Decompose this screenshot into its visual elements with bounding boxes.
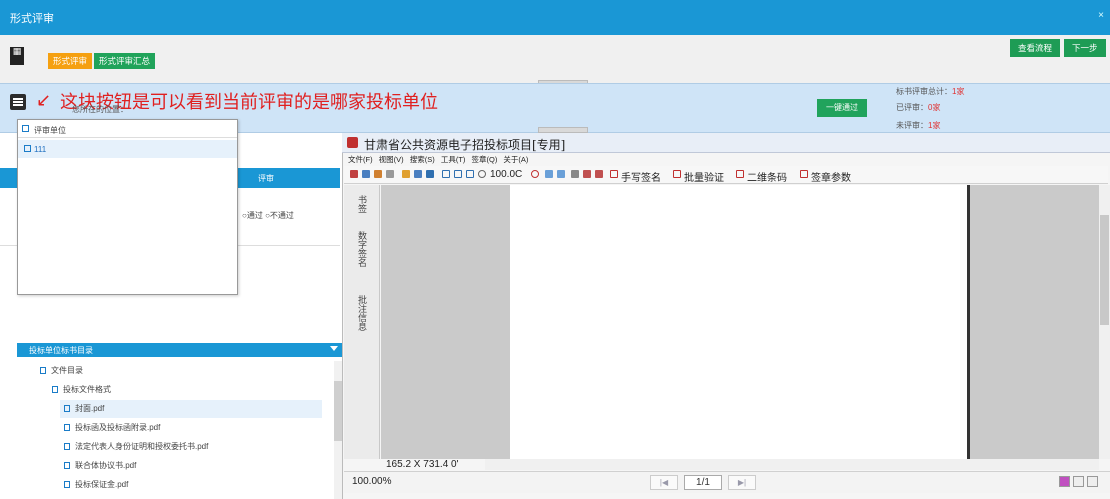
tab-formal-review[interactable]: 形式评审 xyxy=(48,53,93,69)
popup-unit-item[interactable]: 111 xyxy=(18,140,237,158)
viewer-status-bar: 100.00% |◀ 1/1 ▶| xyxy=(344,471,1110,493)
bookmarks-tab[interactable]: 书签 xyxy=(356,195,369,213)
document-page[interactable] xyxy=(510,185,970,459)
last-page-icon[interactable]: ▶| xyxy=(728,475,756,490)
file-icon xyxy=(64,443,70,451)
review-radio-group[interactable]: ○通过 ○不通过 xyxy=(242,210,294,221)
sign-icon[interactable] xyxy=(583,170,591,178)
batch-verify-icon xyxy=(673,170,681,178)
viewer-toolbar: 100.0C 手写签名 批量验证 二维条码 签章参数 xyxy=(344,166,1108,184)
single-page-mode-icon[interactable] xyxy=(1059,476,1070,487)
save-icon[interactable] xyxy=(362,170,370,178)
tree-item-label: 投标文件格式 xyxy=(63,385,111,394)
hand-tool-icon[interactable] xyxy=(402,170,410,178)
stat-total: 标书评审总计：1家 xyxy=(896,87,965,96)
text-select-icon[interactable] xyxy=(414,170,422,178)
view-flow-button[interactable]: 查看流程 xyxy=(1010,39,1061,57)
viewer-side-tabs: 书签 数字签名 批注信息 xyxy=(344,185,380,459)
page-number-input[interactable]: 1/1 xyxy=(684,475,722,490)
stat-pending: 未评审：1家 xyxy=(896,121,941,130)
actual-size-icon[interactable] xyxy=(466,170,474,178)
chevron-down-icon[interactable] xyxy=(330,346,338,351)
file-icon xyxy=(64,424,70,432)
title-bar: 形式评审 × xyxy=(0,0,1110,35)
pass-radio[interactable]: ○通过 xyxy=(242,211,263,220)
tree-item[interactable]: 投标文件格式 xyxy=(48,381,322,399)
tree-item-label: 联合体协议书.pdf xyxy=(75,461,137,470)
hamburger-menu-icon[interactable] xyxy=(10,94,26,110)
sign-params-icon xyxy=(800,170,808,178)
file-icon xyxy=(64,481,70,489)
file-icon xyxy=(64,462,70,470)
window-title: 形式评审 xyxy=(10,13,54,25)
tree-item[interactable]: 封面.pdf xyxy=(60,400,322,418)
handwrite-icon xyxy=(610,170,618,178)
one-click-pass-button[interactable]: 一键通过 xyxy=(817,99,867,117)
select-icon[interactable] xyxy=(386,170,394,178)
cursor-coordinates: 165.2 X 731.4 0' xyxy=(386,459,459,470)
tree-item-label: 投标函及投标函附录.pdf xyxy=(75,423,161,432)
tree-item-label: 封面.pdf xyxy=(75,404,105,413)
fit-width-icon[interactable] xyxy=(454,170,462,178)
search-icon[interactable] xyxy=(571,170,579,178)
sign-params-button[interactable]: 签章参数 xyxy=(811,169,851,184)
grid-menu-icon[interactable]: ▦ xyxy=(10,47,24,65)
location-label: 您所在的位置： xyxy=(72,105,128,114)
annotation-arrow-icon: ↙ xyxy=(36,90,52,110)
first-page-icon[interactable]: |◀ xyxy=(650,475,678,490)
handwrite-sign-button[interactable]: 手写签名 xyxy=(621,169,661,184)
tree-item[interactable]: 文件目录 xyxy=(36,362,322,380)
tree-scrollbar[interactable] xyxy=(334,361,342,499)
batch-verify-button[interactable]: 批量验证 xyxy=(684,169,724,184)
viewer-title-bar: 甘肃省公共资源电子招投标项目[专用] xyxy=(342,133,1110,153)
annotations-tab[interactable]: 批注信息 xyxy=(356,295,369,331)
file-icon xyxy=(64,405,70,413)
qrcode-button[interactable]: 二维条码 xyxy=(747,169,787,184)
tree-item-label: 法定代表人身份证明和授权委托书.pdf xyxy=(75,442,209,451)
tree-item-label: 文件目录 xyxy=(51,366,83,375)
folder-icon xyxy=(52,386,58,394)
stat-reviewed: 已评审：0家 xyxy=(896,103,941,112)
rotate-left-icon[interactable] xyxy=(545,170,553,178)
signature-tab[interactable]: 数字签名 xyxy=(356,231,369,267)
tree-item[interactable]: 投标保证金.pdf xyxy=(60,476,322,494)
zoom-input[interactable]: 100.0C xyxy=(490,169,522,180)
top-toolbar: ▦ 形式评审 形式评审汇总 查看流程 下一步 xyxy=(0,35,1110,83)
snapshot-icon[interactable] xyxy=(426,170,434,178)
review-column-label: 评审 xyxy=(258,174,274,183)
popup-header: 评审单位 xyxy=(18,120,237,138)
zoom-status[interactable]: 100.00% xyxy=(352,476,391,487)
find-icon[interactable] xyxy=(374,170,382,178)
tree-item[interactable]: 联合体协议书.pdf xyxy=(60,457,322,475)
fit-page-icon[interactable] xyxy=(442,170,450,178)
viewer-vertical-scrollbar[interactable] xyxy=(1099,185,1110,459)
folder-icon xyxy=(40,367,46,375)
app-icon xyxy=(347,137,358,148)
tab-formal-summary[interactable]: 形式评审汇总 xyxy=(94,53,156,69)
tree-header[interactable]: 投标单位标书目录 xyxy=(17,343,342,357)
zoom-in-icon[interactable] xyxy=(531,170,539,178)
close-icon[interactable]: × xyxy=(1098,10,1104,21)
tree-item-label: 投标保证金.pdf xyxy=(75,480,129,489)
file-icon xyxy=(24,145,31,152)
viewer-menu-bar[interactable]: 文件(F) 视图(V) 搜索(S) 工具(T) 签章(Q) 关于(A) xyxy=(348,154,528,165)
rotate-right-icon[interactable] xyxy=(557,170,565,178)
tree-item[interactable]: 法定代表人身份证明和授权委托书.pdf xyxy=(60,438,322,456)
viewer-horizontal-scrollbar[interactable] xyxy=(485,459,1099,470)
folder-icon xyxy=(22,125,29,132)
print-icon[interactable] xyxy=(350,170,358,178)
continuous-mode-icon[interactable] xyxy=(1073,476,1084,487)
zoom-out-icon[interactable] xyxy=(478,170,486,178)
facing-mode-icon[interactable] xyxy=(1087,476,1098,487)
tree-item[interactable]: 投标函及投标函附录.pdf xyxy=(60,419,322,437)
next-step-button[interactable]: 下一步 xyxy=(1064,39,1106,57)
verify-icon[interactable] xyxy=(595,170,603,178)
review-unit-popup: 评审单位 111 xyxy=(17,119,238,295)
qrcode-icon xyxy=(736,170,744,178)
fail-radio[interactable]: ○不通过 xyxy=(265,211,294,220)
